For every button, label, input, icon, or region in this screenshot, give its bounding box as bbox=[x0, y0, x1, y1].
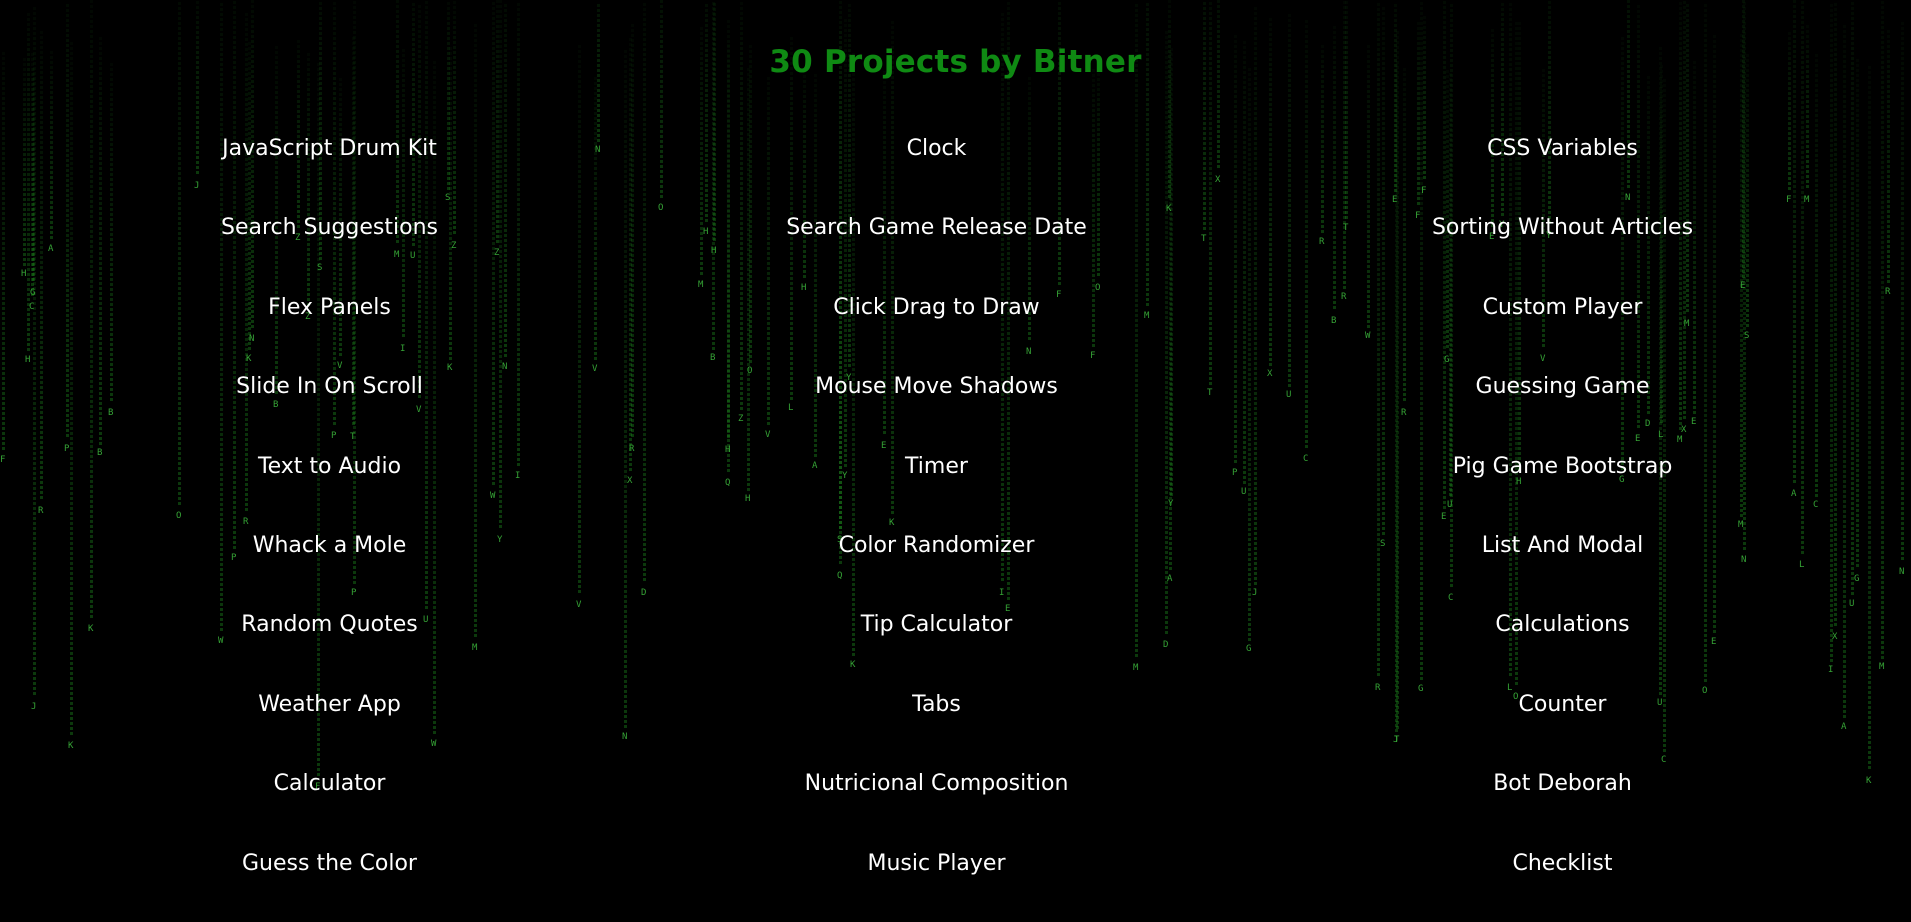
project-cell: Guessing Game bbox=[1214, 366, 1911, 445]
projects-grid: JavaScript Drum Kit Clock CSS Variables … bbox=[0, 128, 1911, 922]
project-link-pig-game-bootstrap[interactable]: Pig Game Bootstrap bbox=[1453, 454, 1673, 479]
project-link-search-suggestions[interactable]: Search Suggestions bbox=[221, 215, 438, 240]
project-cell: Tabs bbox=[659, 684, 1214, 763]
project-link-checklist[interactable]: Checklist bbox=[1513, 851, 1613, 876]
project-cell: CSS Variables bbox=[1214, 128, 1911, 207]
project-cell: Nutricional Composition bbox=[659, 763, 1214, 842]
project-link-css-variables[interactable]: CSS Variables bbox=[1487, 136, 1638, 161]
project-link-sorting-without-articles[interactable]: Sorting Without Articles bbox=[1432, 215, 1693, 240]
project-cell: Clock bbox=[659, 128, 1214, 207]
project-cell: Calculator bbox=[0, 763, 659, 842]
project-link-calculations[interactable]: Calculations bbox=[1495, 612, 1629, 637]
project-cell: List And Modal bbox=[1214, 525, 1911, 604]
project-cell: Sorting Without Articles bbox=[1214, 207, 1911, 286]
project-cell: Search Game Release Date bbox=[659, 207, 1214, 286]
project-link-text-to-audio[interactable]: Text to Audio bbox=[258, 454, 401, 479]
project-link-guess-the-color[interactable]: Guess the Color bbox=[242, 851, 417, 876]
project-link-mouse-move-shadows[interactable]: Mouse Move Shadows bbox=[815, 374, 1058, 399]
project-cell: Random Quotes bbox=[0, 604, 659, 683]
project-cell: Tip Calculator bbox=[659, 604, 1214, 683]
project-link-music-player[interactable]: Music Player bbox=[867, 851, 1005, 876]
project-link-clock[interactable]: Clock bbox=[907, 136, 967, 161]
project-link-whack-a-mole[interactable]: Whack a Mole bbox=[253, 533, 407, 558]
project-cell: Whack a Mole bbox=[0, 525, 659, 604]
project-link-random-quotes[interactable]: Random Quotes bbox=[241, 612, 417, 637]
project-cell: Calculations bbox=[1214, 604, 1911, 683]
project-cell: Text to Audio bbox=[0, 446, 659, 525]
project-cell: Weather App bbox=[0, 684, 659, 763]
project-cell: Search Suggestions bbox=[0, 207, 659, 286]
project-link-tabs[interactable]: Tabs bbox=[912, 692, 961, 717]
project-cell: JavaScript Drum Kit bbox=[0, 128, 659, 207]
project-link-tip-calculator[interactable]: Tip Calculator bbox=[861, 612, 1013, 637]
project-cell: Timer bbox=[659, 446, 1214, 525]
page-title: 30 Projects by Bitner bbox=[769, 44, 1142, 80]
project-cell: Music Player bbox=[659, 843, 1214, 922]
project-link-color-randomizer[interactable]: Color Randomizer bbox=[839, 533, 1035, 558]
project-cell: Pig Game Bootstrap bbox=[1214, 446, 1911, 525]
project-link-calculator[interactable]: Calculator bbox=[274, 771, 386, 796]
project-cell: Slide In On Scroll bbox=[0, 366, 659, 445]
project-cell: Mouse Move Shadows bbox=[659, 366, 1214, 445]
project-cell: Bot Deborah bbox=[1214, 763, 1911, 842]
project-link-timer[interactable]: Timer bbox=[905, 454, 968, 479]
project-cell: Guess the Color bbox=[0, 843, 659, 922]
project-cell: Color Randomizer bbox=[659, 525, 1214, 604]
project-link-list-and-modal[interactable]: List And Modal bbox=[1482, 533, 1643, 558]
project-link-flex-panels[interactable]: Flex Panels bbox=[268, 295, 391, 320]
project-cell: Checklist bbox=[1214, 843, 1911, 922]
project-link-nutricional-composition[interactable]: Nutricional Composition bbox=[805, 771, 1069, 796]
project-link-custom-player[interactable]: Custom Player bbox=[1483, 295, 1643, 320]
project-cell: Flex Panels bbox=[0, 287, 659, 366]
project-cell: Custom Player bbox=[1214, 287, 1911, 366]
project-link-guessing-game[interactable]: Guessing Game bbox=[1476, 374, 1650, 399]
project-link-javascript-drum-kit[interactable]: JavaScript Drum Kit bbox=[222, 136, 437, 161]
project-cell: Click Drag to Draw bbox=[659, 287, 1214, 366]
project-link-slide-in-on-scroll[interactable]: Slide In On Scroll bbox=[236, 374, 423, 399]
project-link-bot-deborah[interactable]: Bot Deborah bbox=[1493, 771, 1632, 796]
project-link-search-game-release-date[interactable]: Search Game Release Date bbox=[786, 215, 1087, 240]
project-link-click-drag-to-draw[interactable]: Click Drag to Draw bbox=[833, 295, 1039, 320]
project-cell: Counter bbox=[1214, 684, 1911, 763]
project-link-counter[interactable]: Counter bbox=[1519, 692, 1607, 717]
page: 30 Projects by Bitner JavaScript Drum Ki… bbox=[0, 0, 1911, 922]
project-link-weather-app[interactable]: Weather App bbox=[258, 692, 401, 717]
